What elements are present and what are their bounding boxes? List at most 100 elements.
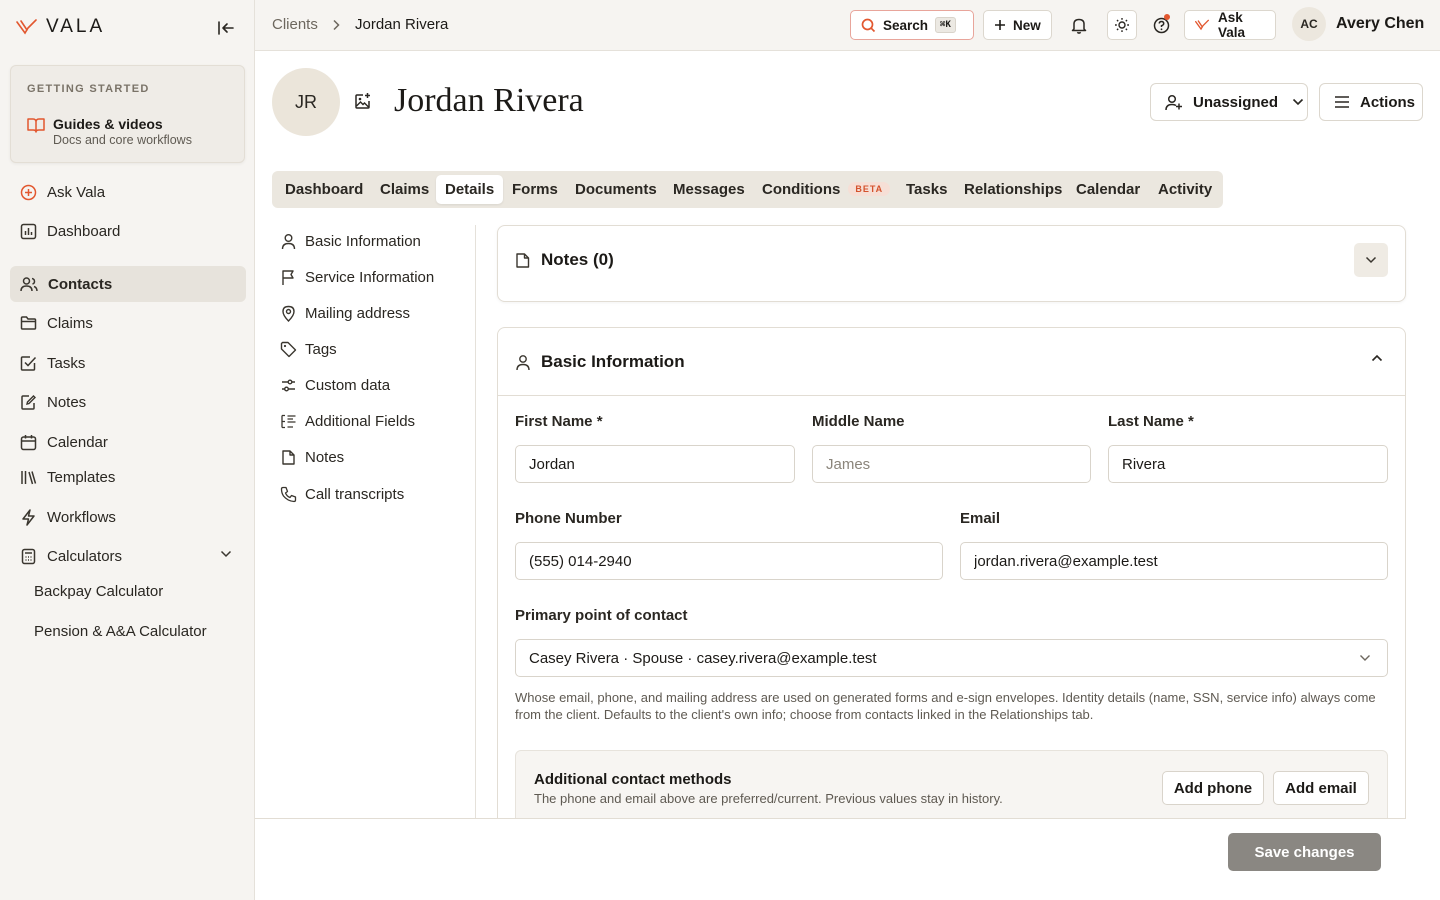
add-email-button[interactable]: Add email <box>1273 771 1369 805</box>
tab-details[interactable]: Details <box>436 175 504 204</box>
nav-ask-vala[interactable]: Ask Vala <box>10 174 246 210</box>
tab-conditions[interactable]: Conditions BETA <box>762 175 891 204</box>
tag-icon <box>280 341 297 358</box>
nav-calculators[interactable]: Calculators <box>10 538 246 574</box>
save-changes-button[interactable]: Save changes <box>1228 833 1381 871</box>
user-icon <box>515 354 531 371</box>
vala-logo-icon <box>16 18 40 36</box>
tab-label: Conditions <box>762 181 841 198</box>
nav-dashboard[interactable]: Dashboard <box>10 213 246 249</box>
section-link-tags[interactable]: Tags <box>280 341 337 358</box>
image-edit-icon <box>353 92 373 111</box>
nav-tasks[interactable]: Tasks <box>10 345 246 381</box>
new-label: New <box>1013 17 1041 33</box>
nav-label: Ask Vala <box>47 183 106 201</box>
basic-information-card: Basic Information First Name * Middle Na… <box>497 327 1406 847</box>
section-label: Tags <box>305 341 337 358</box>
first-name-input[interactable] <box>515 445 795 483</box>
breadcrumb-clients[interactable]: Clients <box>272 16 318 33</box>
nav-pension-calculator[interactable]: Pension & A&A Calculator <box>34 623 207 640</box>
chart-icon <box>20 223 37 240</box>
collapse-sidebar-button[interactable] <box>215 18 237 38</box>
add-phone-button[interactable]: Add phone <box>1162 771 1264 805</box>
search-label: Search <box>883 17 929 33</box>
client-tabs: Dashboard Claims Details Forms Documents… <box>272 171 1223 208</box>
tab-relationships[interactable]: Relationships <box>964 175 1062 204</box>
tab-tasks[interactable]: Tasks <box>906 175 947 204</box>
section-link-custom-data[interactable]: Custom data <box>280 377 390 394</box>
primary-contact-select[interactable]: Casey Rivera · Spouse · casey.rivera@exa… <box>515 639 1388 677</box>
section-link-basic-information[interactable]: Basic Information <box>280 233 421 250</box>
brand-name: VALA <box>46 16 106 37</box>
section-link-additional-fields[interactable]: Additional Fields <box>280 413 415 430</box>
last-name-input[interactable] <box>1108 445 1388 483</box>
search-icon <box>861 18 876 33</box>
help-button[interactable] <box>1146 10 1176 40</box>
theme-toggle-button[interactable] <box>1107 10 1137 40</box>
actions-button[interactable]: Actions <box>1319 83 1423 121</box>
nav-backpay-calculator[interactable]: Backpay Calculator <box>34 583 163 600</box>
nav-label: Calendar <box>47 433 108 451</box>
nav-workflows[interactable]: Workflows <box>10 499 246 535</box>
tab-dashboard[interactable]: Dashboard <box>285 175 363 204</box>
nav-label: Calculators <box>47 547 123 565</box>
notifications-button[interactable] <box>1064 10 1094 40</box>
guides-videos-link[interactable]: Guides & videos Docs and core workflows <box>27 116 192 147</box>
notes-expand-button[interactable] <box>1354 243 1388 277</box>
guides-subtitle: Docs and core workflows <box>53 133 192 147</box>
chevron-up-icon[interactable] <box>1371 354 1383 362</box>
user-name: Avery Chen <box>1336 15 1425 32</box>
middle-name-input[interactable] <box>812 445 1091 483</box>
ask-vala-button[interactable]: Ask Vala <box>1184 10 1276 40</box>
email-input[interactable] <box>960 542 1388 580</box>
tab-activity[interactable]: Activity <box>1158 175 1212 204</box>
middle-name-label: Middle Name <box>812 413 905 430</box>
section-link-call-transcripts[interactable]: Call transcripts <box>280 486 404 503</box>
nav-label: Dashboard <box>47 222 121 240</box>
basic-information-header[interactable]: Basic Information <box>498 328 1405 396</box>
assignee-label: Unassigned <box>1193 93 1279 111</box>
plus-icon <box>994 19 1006 31</box>
tab-documents[interactable]: Documents <box>575 175 657 204</box>
edit-photo-button[interactable] <box>353 92 373 112</box>
tab-forms[interactable]: Forms <box>512 175 558 204</box>
notes-card-header[interactable]: Notes (0) <box>515 250 614 270</box>
nav-notes[interactable]: Notes <box>10 384 246 420</box>
nav-contacts[interactable]: Contacts <box>10 266 246 302</box>
brand-logo[interactable]: VALA <box>16 16 105 38</box>
new-button[interactable]: New <box>983 10 1052 40</box>
nav-label: Notes <box>47 393 87 411</box>
primary-contact-value: Casey Rivera · Spouse · casey.rivera@exa… <box>529 649 877 667</box>
section-label: Basic Information <box>305 233 421 250</box>
nav-label: Contacts <box>48 275 113 293</box>
breadcrumb-current: Jordan Rivera <box>355 16 449 33</box>
getting-started-label: GETTING STARTED <box>27 83 150 95</box>
tab-messages[interactable]: Messages <box>673 175 745 204</box>
vala-logo-icon <box>1195 19 1211 31</box>
tab-calendar[interactable]: Calendar <box>1076 175 1140 204</box>
getting-started-card: GETTING STARTED Guides & videos Docs and… <box>10 65 245 163</box>
nav-label: Templates <box>47 468 116 486</box>
section-link-mailing-address[interactable]: Mailing address <box>280 305 410 322</box>
section-link-notes[interactable]: Notes <box>280 449 344 466</box>
nav-calendar[interactable]: Calendar <box>10 424 246 460</box>
phone-input[interactable] <box>515 542 943 580</box>
nav-templates[interactable]: Templates <box>10 459 246 495</box>
additional-methods-title: Additional contact methods <box>534 771 732 788</box>
nav-label: Claims <box>47 314 93 332</box>
tab-claims[interactable]: Claims <box>380 175 429 204</box>
search-button[interactable]: Search ⌘K <box>850 10 974 40</box>
plus-circle-icon <box>20 184 37 201</box>
phone-label: Phone Number <box>515 510 622 527</box>
section-label: Notes <box>305 449 345 466</box>
user-icon <box>280 233 297 250</box>
chevron-down-icon[interactable] <box>220 550 232 558</box>
assignee-dropdown[interactable]: Unassigned <box>1150 83 1308 121</box>
section-link-service-information[interactable]: Service Information <box>280 269 434 286</box>
nav-claims[interactable]: Claims <box>10 305 246 341</box>
primary-contact-help: Whose email, phone, and mailing address … <box>515 690 1376 722</box>
calendar-icon <box>20 434 37 451</box>
section-label: Custom data <box>305 377 391 394</box>
user-menu[interactable]: AC Avery Chen <box>1292 7 1424 41</box>
library-icon <box>20 469 37 486</box>
